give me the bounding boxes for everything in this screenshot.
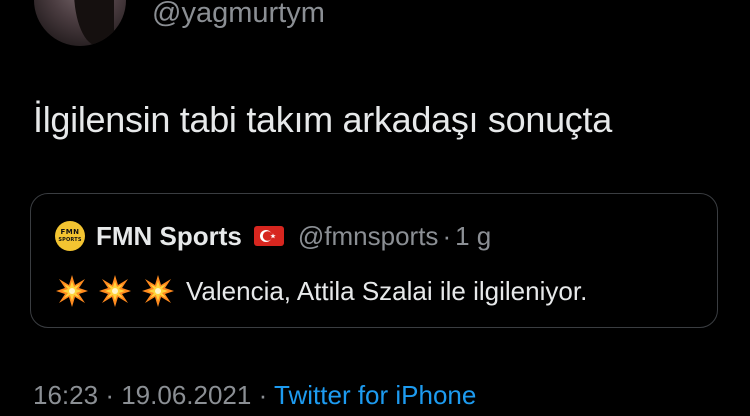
quoted-tweet-card[interactable]: FMN SPORTS FMN Sports @fmnsports · 1 g V…	[30, 193, 718, 328]
avatar[interactable]	[34, 0, 126, 46]
meta-separator: ·	[258, 380, 268, 410]
quoted-author-handle[interactable]: @fmnsports	[298, 221, 439, 252]
fmn-sports-logo[interactable]: FMN SPORTS	[55, 221, 85, 251]
logo-text-top: FMN	[60, 228, 80, 236]
tweet-date[interactable]: 19.06.2021	[121, 380, 251, 410]
quoted-separator: ·	[442, 220, 452, 251]
turkey-flag-icon	[253, 226, 284, 246]
avatar-hair	[74, 0, 114, 46]
quoted-author-name[interactable]: FMN Sports	[96, 221, 242, 252]
tweet-source-link[interactable]: Twitter for iPhone	[274, 380, 476, 410]
collision-burst-icon	[142, 275, 174, 307]
quoted-tweet-text: Valencia, Attila Szalai ile ilgileniyor.	[186, 275, 588, 306]
tweet-time[interactable]: 16:23	[33, 380, 98, 410]
collision-burst-icon	[56, 275, 88, 307]
tweet-text: İlgilensin tabi takım arkadaşı sonuçta	[33, 99, 612, 140]
tweet-handle[interactable]: @yagmurtym	[152, 0, 325, 30]
collision-burst-icon	[99, 275, 131, 307]
quoted-tweet-body: Valencia, Attila Szalai ile ilgileniyor.	[55, 274, 587, 308]
logo-text-bottom: SPORTS	[58, 237, 82, 243]
quoted-tweet-header: FMN SPORTS FMN Sports @fmnsports · 1 g	[55, 221, 491, 251]
meta-separator: ·	[105, 380, 114, 410]
tweet-meta: 16:23 · 19.06.2021 · Twitter for iPhone	[33, 378, 476, 412]
quoted-tweet-age[interactable]: 1 g	[455, 221, 491, 252]
